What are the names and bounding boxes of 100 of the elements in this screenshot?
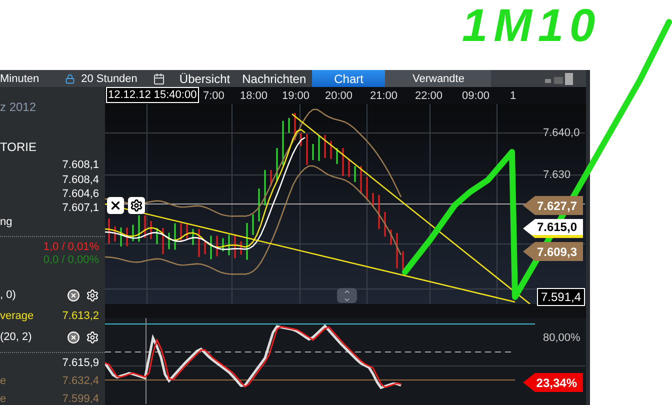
candlestick [318, 135, 320, 161]
candlestick [288, 118, 290, 133]
handwritten-note: 1M10 [462, 0, 602, 52]
candlestick [342, 148, 344, 176]
candlestick [330, 141, 332, 159]
chevron-down-icon [343, 296, 351, 303]
cursor-time-label: 12.12.12 15:40:00 [106, 87, 199, 103]
candlestick [258, 188, 260, 222]
candlestick [132, 224, 134, 242]
candlestick [348, 159, 350, 177]
settings-button[interactable] [128, 197, 145, 214]
candlestick [198, 229, 200, 257]
candlestick [324, 135, 326, 158]
candlestick [216, 236, 218, 256]
candlestick [396, 233, 398, 268]
time-label: 7:00 [203, 90, 224, 102]
settings-icon[interactable] [86, 288, 99, 302]
candlestick [126, 228, 128, 246]
row-value: 7.604,6 [62, 188, 99, 200]
range-label[interactable]: 20 Stunden [81, 72, 138, 84]
row-value: 7.599,4 [62, 392, 99, 405]
candlestick [162, 228, 164, 254]
time-label: 19:00 [282, 90, 310, 102]
section-heading: TORIE [0, 140, 36, 154]
candlestick [174, 223, 176, 250]
tab[interactable]: Nachrichten [236, 70, 312, 87]
resize-handle[interactable] [337, 288, 357, 303]
candlestick [270, 170, 272, 186]
close-button[interactable] [107, 197, 124, 214]
cursor-price-label: 7.591,4 [537, 288, 586, 306]
price-label: 7.630 [543, 169, 571, 181]
candlestick [390, 230, 392, 245]
candlestick [120, 228, 122, 246]
time-label: 21:00 [370, 90, 398, 102]
tab[interactable]: Chart [312, 70, 386, 87]
settings-icon[interactable] [86, 330, 99, 344]
candlestick [138, 215, 140, 242]
row-label: ng [0, 216, 12, 228]
change-value: 0,0 / 0,00% [43, 254, 99, 266]
candlestick [378, 195, 380, 229]
chevron-up-icon [343, 288, 351, 296]
candlestick [210, 236, 212, 260]
tab[interactable]: Verwandte [385, 70, 492, 87]
time-label: 20:00 [325, 90, 353, 102]
row-label: verage [0, 310, 34, 322]
row-label: e [0, 374, 6, 387]
candlestick [240, 241, 242, 255]
candlestick [264, 170, 266, 206]
candlestick [312, 144, 314, 160]
row-value: 7.613,2 [62, 310, 99, 322]
candlestick [306, 134, 308, 165]
row-label: e [0, 392, 6, 405]
candlestick [300, 133, 302, 146]
remove-icon[interactable] [67, 330, 80, 344]
row-value: 7.615,9 [62, 356, 99, 369]
candlestick [294, 113, 296, 140]
indicator-label: (20, 2) [0, 331, 32, 343]
date-label: z 2012 [0, 100, 36, 114]
time-label: 09:00 [462, 90, 490, 102]
candlestick [114, 226, 116, 242]
candlestick [144, 215, 146, 238]
tab[interactable]: Übersicht [173, 70, 236, 87]
candlestick [246, 223, 248, 260]
settings-icon [130, 199, 143, 212]
remove-icon[interactable] [67, 288, 80, 302]
lock-icon [65, 74, 76, 84]
price-tag: 7.627,7 [523, 196, 583, 215]
candlestick [168, 232, 170, 250]
candlestick [228, 234, 230, 256]
row-value: 7.607,1 [62, 202, 99, 214]
price-tag: 7.615,0 [523, 219, 583, 238]
candlestick [252, 214, 254, 235]
row-value: 7.608,1 [62, 159, 99, 172]
candlestick [354, 166, 356, 182]
candlestick [384, 212, 386, 237]
candlestick [156, 228, 158, 244]
change-value: 1,0 / 0,01% [43, 241, 99, 254]
candlestick [204, 240, 206, 254]
candlestick [372, 193, 374, 207]
candlestick [180, 223, 182, 241]
candlestick [186, 224, 188, 240]
candlestick [282, 120, 284, 165]
interval-label[interactable]: Minuten [0, 72, 40, 84]
time-label: 22:00 [415, 90, 443, 102]
level-label: 80,00% [543, 332, 580, 344]
oscillator-tag: 23,34% [523, 373, 583, 392]
price-tag: 7.609,3 [523, 242, 583, 261]
candlestick [360, 166, 362, 194]
indicator-label: , 0) [0, 289, 16, 302]
candlestick [366, 177, 368, 200]
candlestick [234, 234, 236, 258]
calendar-icon[interactable] [153, 72, 166, 84]
row-value: 7.608,4 [62, 174, 99, 186]
candlestick [336, 148, 338, 164]
candlestick [108, 218, 110, 244]
price-label: 7.640,0 [543, 127, 580, 139]
row-value: 7.632,4 [62, 374, 99, 387]
window-controls-icon[interactable] [545, 72, 574, 84]
time-label: 1 [510, 90, 516, 102]
candlestick [276, 148, 278, 181]
